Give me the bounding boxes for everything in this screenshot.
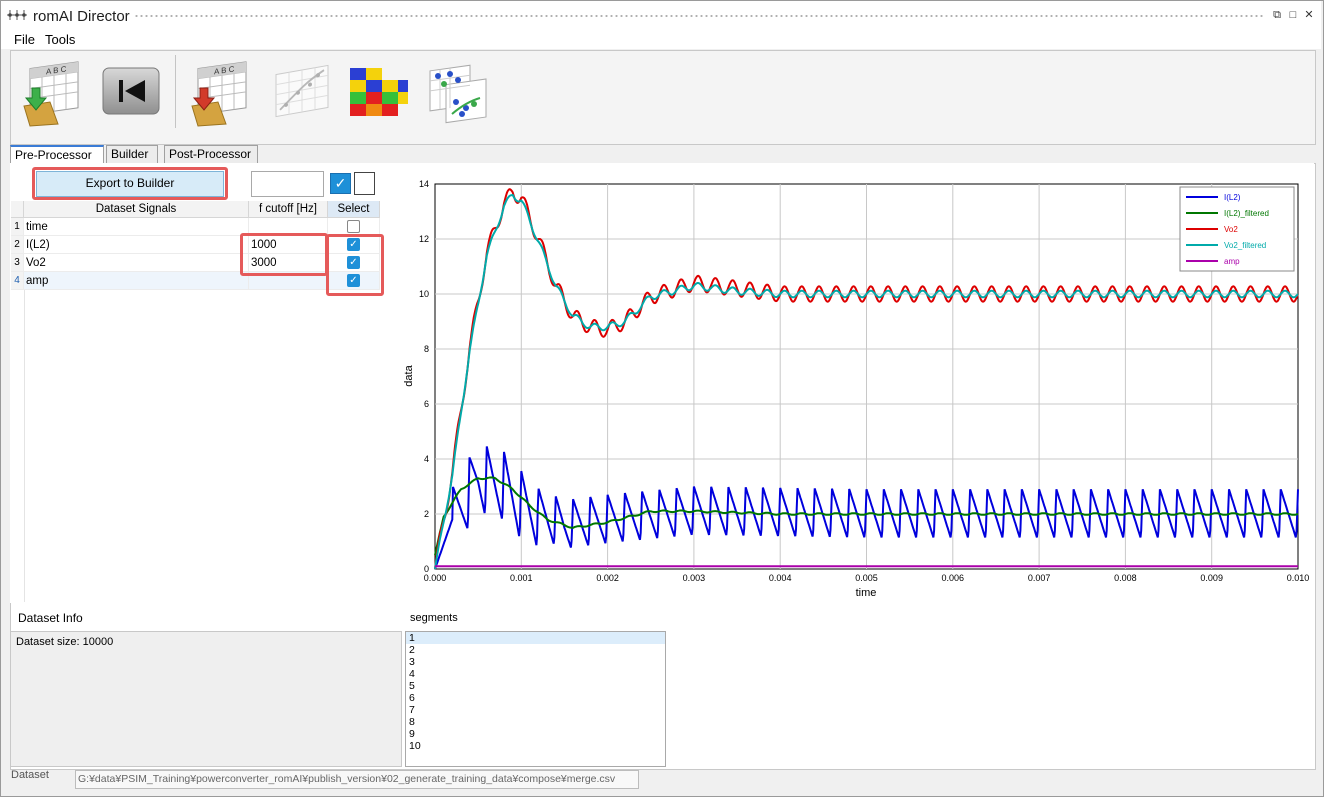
legend-label: amp — [1224, 257, 1240, 266]
deselect-all-checkbox[interactable] — [354, 172, 375, 195]
cluster-plot-icon[interactable] — [422, 58, 492, 128]
segment-item[interactable]: 4 — [406, 668, 665, 680]
row-number: 3 — [11, 253, 24, 272]
segment-item[interactable]: 1 — [406, 632, 665, 644]
select-cell[interactable] — [327, 217, 380, 236]
signal-chart[interactable]: 0.000 0.001 0.002 0.003 0.004 0.005 0.006 0.007… — [402, 163, 1314, 603]
app-logo-icon — [7, 10, 27, 20]
row-number: 4 — [11, 271, 24, 290]
x-tick-label: 0.002 — [596, 573, 619, 583]
import-data-icon[interactable]: A B C — [20, 58, 90, 128]
select-all-checkbox[interactable]: ✓ — [330, 173, 351, 194]
select-checkbox[interactable] — [347, 220, 360, 233]
menu-bar — [1, 31, 1321, 49]
dataset-info-box — [10, 631, 402, 767]
tab-post-processor[interactable]: Post-Processor — [164, 145, 258, 163]
title-bar-grip[interactable] — [134, 14, 1264, 18]
segment-item[interactable]: 2 — [406, 644, 665, 656]
signal-chart-panel: 0.000 0.001 0.002 0.003 0.004 0.005 0.006 0.007… — [402, 163, 1314, 603]
menu-tools[interactable]: Tools — [45, 32, 75, 47]
close-icon[interactable]: ✕ — [1303, 9, 1315, 21]
x-axis-label: time — [856, 587, 877, 599]
signal-name: Vo2 — [23, 253, 249, 272]
highlight-box — [32, 167, 228, 200]
col-select[interactable]: Select — [327, 201, 380, 218]
legend-label: Vo2 — [1224, 225, 1238, 234]
signal-name: time — [23, 217, 249, 236]
row-number: 2 — [11, 235, 24, 254]
maximize-icon[interactable]: □ — [1287, 9, 1299, 21]
tab-builder[interactable]: Builder — [106, 145, 158, 163]
row-number: 1 — [11, 217, 24, 236]
segments-list[interactable]: 1 2 3 4 5 6 7 8 9 10 — [405, 631, 666, 767]
y-axis-label: data — [403, 364, 415, 386]
dataset-label: Dataset — [11, 769, 49, 781]
segment-item[interactable]: 9 — [406, 728, 665, 740]
menu-file[interactable]: File — [14, 32, 35, 47]
legend-label: I(L2) — [1224, 193, 1241, 202]
dataset-path-field[interactable]: G:¥data¥PSIM_Training¥powerconverter_rom… — [75, 770, 639, 789]
y-tick-label: 8 — [424, 344, 429, 354]
y-tick-label: 6 — [424, 399, 429, 409]
dataset-size-text: Dataset size: 10000 — [16, 636, 114, 648]
y-tick-label: 12 — [419, 234, 429, 244]
segments-title: segments — [410, 612, 458, 624]
chart-legend[interactable]: I(L2) I(L2)_filtered Vo2 Vo2_filteredamp — [1179, 186, 1295, 272]
rewind-icon[interactable] — [99, 58, 169, 128]
restore-icon[interactable]: ⧉ — [1271, 9, 1283, 21]
x-tick-label: 0.004 — [769, 573, 792, 583]
window-title: romAI Director — [33, 8, 130, 25]
legend-label: Vo2_filtered — [1224, 241, 1266, 250]
x-tick-label: 0.001 — [510, 573, 533, 583]
row-header-strip — [24, 290, 25, 602]
segment-item[interactable]: 7 — [406, 704, 665, 716]
x-tick-label: 0.000 — [424, 573, 447, 583]
y-tick-label: 10 — [419, 289, 429, 299]
segment-item[interactable]: 5 — [406, 680, 665, 692]
toolbar-separator — [175, 55, 176, 128]
segment-item[interactable]: 10 — [406, 740, 665, 752]
x-tick-label: 0.003 — [683, 573, 706, 583]
x-tick-label: 0.005 — [855, 573, 878, 583]
x-tick-label: 0.007 — [1028, 573, 1051, 583]
tab-pre-processor[interactable]: Pre-Processor — [10, 145, 104, 164]
x-tick-label: 0.010 — [1287, 573, 1310, 583]
segment-item[interactable]: 8 — [406, 716, 665, 728]
col-dataset-signals[interactable]: Dataset Signals — [23, 201, 249, 218]
y-tick-label: 2 — [424, 509, 429, 519]
segment-item[interactable]: 3 — [406, 656, 665, 668]
col-f-cutoff[interactable]: f cutoff [Hz] — [248, 201, 328, 218]
legend-label: I(L2)_filtered — [1224, 209, 1269, 218]
export-data-icon[interactable]: A B C — [188, 58, 258, 128]
heatmap-icon[interactable] — [344, 58, 414, 128]
segment-item[interactable]: 6 — [406, 692, 665, 704]
y-tick-label: 14 — [419, 179, 429, 189]
dataset-info-title: Dataset Info — [18, 611, 83, 625]
signal-name: I(L2) — [23, 235, 249, 254]
y-tick-label: 0 — [424, 564, 429, 574]
row-header-corner — [11, 201, 24, 218]
signal-name: amp — [23, 271, 249, 290]
highlight-box — [240, 233, 328, 276]
cutoff-input[interactable] — [251, 171, 324, 197]
x-tick-label: 0.008 — [1114, 573, 1137, 583]
highlight-box — [326, 234, 384, 296]
x-tick-label: 0.006 — [942, 573, 965, 583]
scatter-plot-icon[interactable] — [268, 58, 338, 128]
x-tick-label: 0.009 — [1200, 573, 1223, 583]
y-tick-label: 4 — [424, 454, 429, 464]
